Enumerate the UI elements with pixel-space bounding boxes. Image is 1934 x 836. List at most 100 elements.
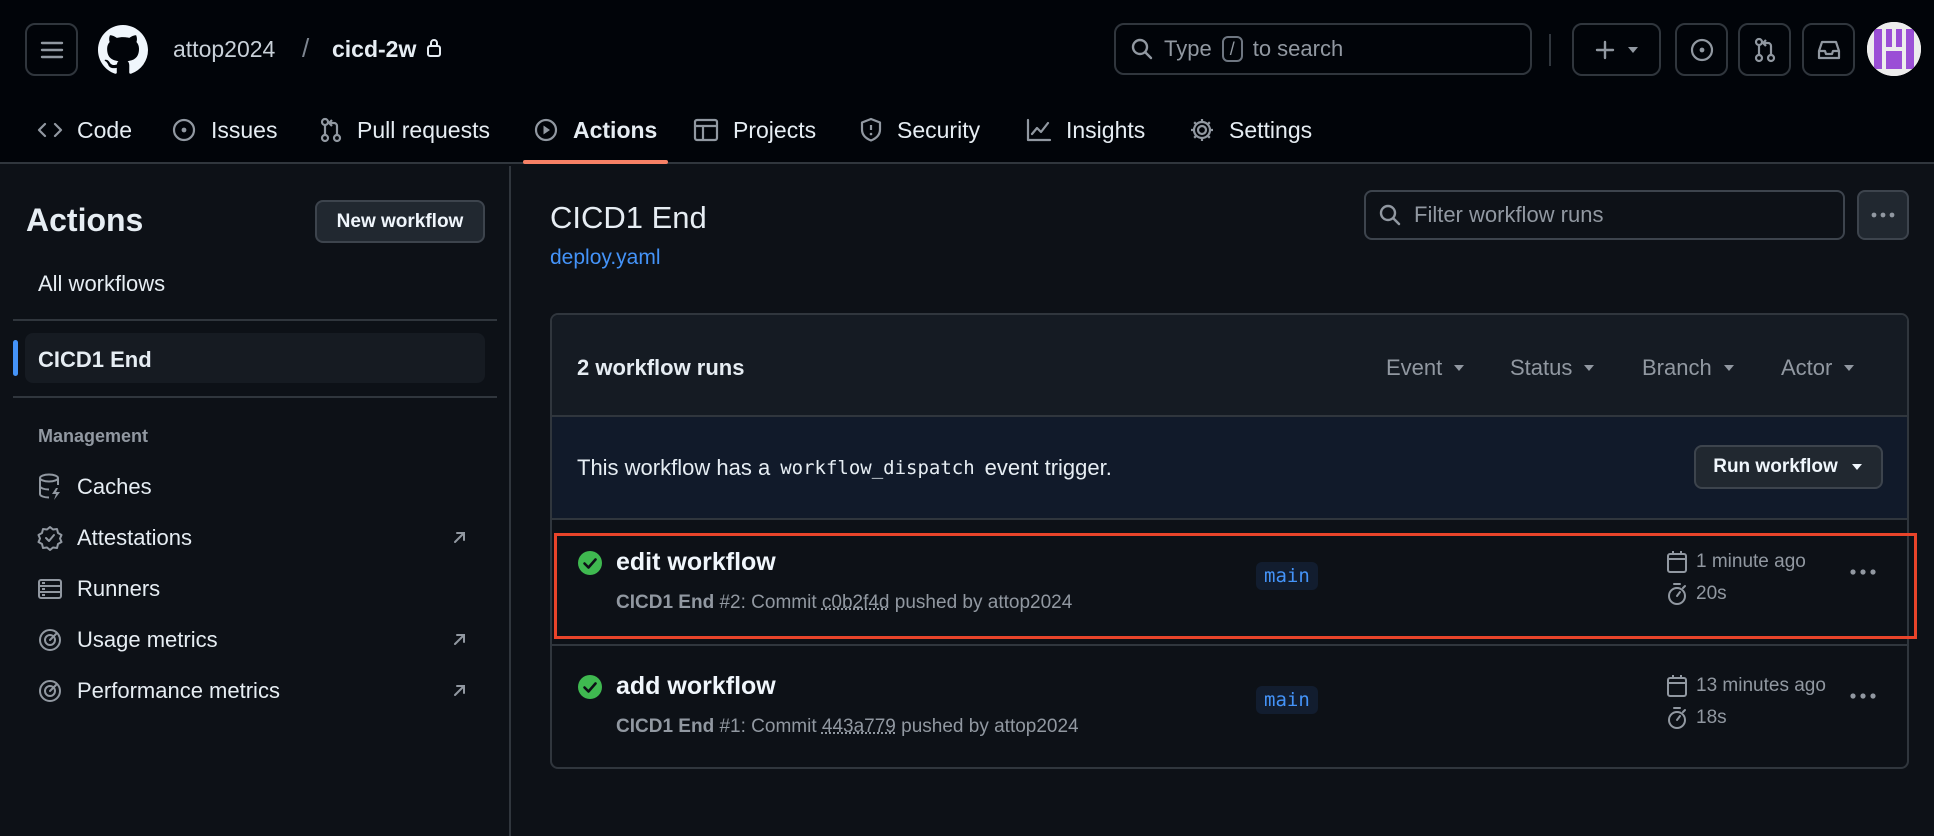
workflow-run-row[interactable]: edit workflow CICD1 End #2: Commit c0b2f… <box>552 522 1907 646</box>
branch-badge[interactable]: main <box>1256 686 1318 714</box>
stopwatch-icon <box>1668 583 1686 605</box>
github-logo-icon[interactable] <box>98 25 148 75</box>
tab-pull-requests-label: Pull requests <box>357 116 490 143</box>
sidebar-item-performance-metrics[interactable]: Performance metrics <box>37 678 280 704</box>
sidebar-divider <box>13 319 497 321</box>
server-icon <box>38 579 62 599</box>
sidebar-item-all-workflows[interactable]: All workflows <box>38 271 165 297</box>
tab-projects[interactable]: Projects <box>693 110 816 150</box>
caret-down-icon <box>1723 365 1734 371</box>
event-filter-dropdown[interactable]: Event <box>1386 355 1466 381</box>
code-icon <box>37 122 63 138</box>
tab-security[interactable]: Security <box>859 110 980 150</box>
sidebar-item-cicd1-end[interactable]: CICD1 End <box>38 347 152 373</box>
caret-down-icon <box>1454 365 1465 371</box>
page-title: CICD1 End <box>550 200 707 235</box>
link-external-icon <box>454 685 465 696</box>
workflow-run-row[interactable]: add workflow CICD1 End #1: Commit 443a77… <box>552 646 1907 767</box>
workflow-file-link[interactable]: deploy.yaml <box>550 246 661 270</box>
dispatch-message: This workflow has a workflow_dispatch ev… <box>577 455 1112 481</box>
kebab-horizontal-icon[interactable] <box>1849 568 1877 576</box>
play-icon <box>534 118 558 142</box>
actor-filter-dropdown[interactable]: Actor <box>1781 355 1856 381</box>
repo-name-link[interactable]: cicd-2w <box>332 36 416 63</box>
runs-header: 2 workflow runs Event Status Branch Acto… <box>552 315 1907 417</box>
caret-down-icon <box>1844 365 1855 371</box>
path-separator: / <box>302 33 310 63</box>
search-icon <box>1131 38 1153 60</box>
header-divider <box>1549 34 1551 66</box>
filter-placeholder: Filter workflow runs <box>1414 202 1604 227</box>
link-external-icon <box>454 634 465 645</box>
hamburger-icon <box>40 41 63 58</box>
repo-owner-link[interactable]: attop2024 <box>173 36 275 63</box>
run-number: #2 <box>719 592 741 613</box>
run-commit-label: : Commit <box>740 592 817 613</box>
create-new-button[interactable] <box>1572 23 1661 76</box>
status-filter-dropdown[interactable]: Status <box>1510 355 1596 381</box>
tab-pull-requests[interactable]: Pull requests <box>319 110 490 150</box>
tab-actions-label: Actions <box>573 116 658 143</box>
run-duration: 20s <box>1666 582 1727 606</box>
table-icon <box>693 118 719 142</box>
new-workflow-button[interactable]: New workflow <box>315 200 485 243</box>
menu-button[interactable] <box>25 23 78 76</box>
calendar-icon <box>1667 675 1687 697</box>
tab-settings[interactable]: Settings <box>1189 110 1312 150</box>
tab-insights[interactable]: Insights <box>1026 110 1145 150</box>
tab-code[interactable]: Code <box>37 110 132 150</box>
status-filter-label: Status <box>1510 355 1573 380</box>
global-search-input[interactable]: Type / to search <box>1114 23 1532 75</box>
tab-insights-label: Insights <box>1066 116 1146 143</box>
run-title-link[interactable]: add workflow <box>616 672 776 701</box>
commit-sha-link[interactable]: 443a779 <box>822 716 896 737</box>
user-avatar[interactable] <box>1867 22 1921 76</box>
more-options-button[interactable] <box>1857 190 1909 240</box>
commit-sha-link[interactable]: c0b2f4d <box>822 592 890 613</box>
filter-workflow-runs-input[interactable]: Filter workflow runs <box>1364 190 1845 240</box>
run-pushed-by: pushed by attop2024 <box>894 592 1073 613</box>
global-header: attop2024 / cicd-2w Type / to search Cod… <box>0 0 1934 164</box>
caret-down-icon <box>1584 365 1595 371</box>
sidebar-item-usage-metrics-label: Usage metrics <box>77 627 218 652</box>
search-suffix: to search <box>1252 36 1344 61</box>
top-bar: attop2024 / cicd-2w Type / to search <box>0 0 1934 98</box>
shield-icon <box>860 117 882 142</box>
kebab-horizontal-icon[interactable] <box>1849 692 1877 700</box>
run-title-link[interactable]: edit workflow <box>616 548 776 577</box>
run-workflow-label: Run workflow <box>1713 456 1838 477</box>
pull-requests-button[interactable] <box>1738 23 1791 76</box>
branch-filter-dropdown[interactable]: Branch <box>1642 355 1736 381</box>
inbox-button[interactable] <box>1802 23 1855 76</box>
run-pushed-by: pushed by attop2024 <box>901 716 1079 737</box>
tab-actions[interactable]: Actions <box>533 110 657 150</box>
run-commit-label: : Commit <box>740 716 817 737</box>
check-circle-fill-icon <box>578 551 602 575</box>
sidebar-item-runners[interactable]: Runners <box>37 576 160 602</box>
run-details: CICD1 End #1: Commit 443a779 pushed by a… <box>616 716 1079 738</box>
verified-icon <box>37 526 63 551</box>
selected-indicator <box>13 340 18 376</box>
workflow-runs-box: 2 workflow runs Event Status Branch Acto… <box>550 313 1909 769</box>
sidebar-title: Actions <box>26 202 144 238</box>
sidebar-item-usage-metrics[interactable]: Usage metrics <box>37 627 218 653</box>
tab-issues[interactable]: Issues <box>171 110 277 150</box>
run-duration: 18s <box>1666 706 1727 730</box>
run-time-text: 1 minute ago <box>1696 551 1806 572</box>
issues-button[interactable] <box>1675 23 1728 76</box>
branch-filter-label: Branch <box>1642 355 1712 380</box>
runs-count: 2 workflow runs <box>577 355 745 380</box>
sidebar-item-caches[interactable]: Caches <box>37 473 152 501</box>
search-icon <box>1379 204 1401 226</box>
sidebar-item-attestations[interactable]: Attestations <box>37 525 192 551</box>
issue-opened-icon <box>1690 38 1713 61</box>
sidebar-divider <box>13 396 497 398</box>
run-workflow-button[interactable]: Run workflow <box>1694 445 1883 489</box>
run-workflow-name: CICD1 End <box>616 716 715 737</box>
sidebar-item-attestations-label: Attestations <box>77 525 192 550</box>
meter-icon <box>39 629 61 651</box>
gear-icon <box>1191 119 1213 141</box>
run-workflow-name: CICD1 End <box>616 592 715 613</box>
branch-badge[interactable]: main <box>1256 562 1318 590</box>
event-filter-label: Event <box>1386 355 1443 380</box>
